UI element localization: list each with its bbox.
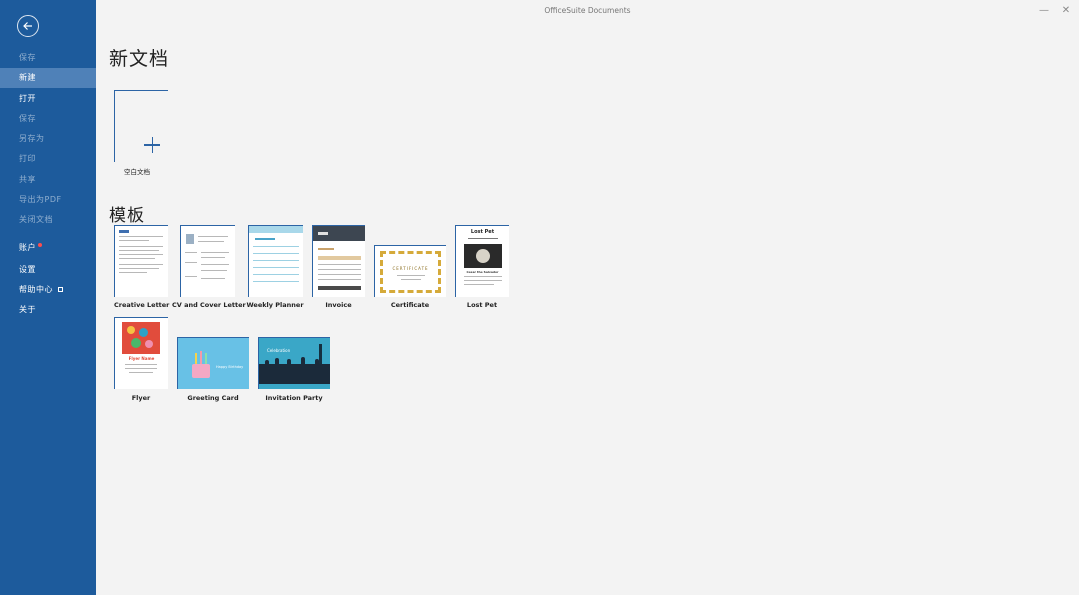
blank-document-card[interactable] <box>114 90 168 162</box>
templates-heading: 模板 <box>109 206 145 226</box>
lost-pet-preview-title: Lost Pet <box>470 229 495 235</box>
sidebar-item-share: 共享 <box>19 175 36 184</box>
title-bar: OfficeSuite Documents — ✕ <box>96 0 1079 22</box>
invitation-preview-text: Celebration <box>267 348 291 353</box>
notification-badge <box>38 243 42 247</box>
sidebar-item-save-as: 另存为 <box>19 134 45 143</box>
template-creative-letter[interactable] <box>114 225 168 297</box>
template-certificate[interactable]: CERTIFICATE <box>374 245 446 297</box>
external-link-icon <box>58 287 63 292</box>
template-label: Flyer <box>131 394 151 402</box>
sidebar-item-export-pdf: 导出为PDF <box>19 195 62 204</box>
sidebar-item-account[interactable]: 账户 <box>0 238 96 258</box>
sidebar-item-open[interactable]: 打开 <box>0 89 96 109</box>
greeting-preview-text: Happy Birthday <box>216 365 244 369</box>
template-label: Certificate <box>390 301 430 309</box>
template-cv-cover-letter[interactable] <box>180 225 235 297</box>
sidebar-item-about[interactable]: 关于 <box>0 300 96 320</box>
sidebar-item-close-doc: 关闭文档 <box>19 215 53 224</box>
sidebar-item-settings[interactable]: 设置 <box>0 260 96 280</box>
template-label: Weekly Planner <box>246 301 304 309</box>
certificate-preview-text: CERTIFICATE <box>392 266 429 271</box>
sidebar-item-print: 打印 <box>19 154 36 163</box>
template-weekly-planner[interactable] <box>248 225 303 297</box>
template-greeting-card[interactable]: Happy Birthday <box>177 337 249 389</box>
template-invitation-party[interactable]: Celebration <box>258 337 330 389</box>
lost-pet-preview-name: Cesar the Salvador <box>466 270 499 274</box>
close-icon[interactable]: ✕ <box>1059 4 1073 18</box>
template-label: Lost Pet <box>466 301 498 309</box>
flyer-preview-title: Flyer Name <box>128 356 155 361</box>
template-invoice[interactable] <box>312 225 365 297</box>
window-title: OfficeSuite Documents <box>544 6 631 15</box>
back-arrow-icon[interactable] <box>17 15 39 37</box>
template-flyer[interactable]: Flyer Name <box>114 317 168 389</box>
sidebar-item-help[interactable]: 帮助中心 <box>0 280 96 300</box>
sidebar-item-label: 帮助中心 <box>19 285 53 294</box>
template-label: Greeting Card <box>187 394 239 402</box>
sidebar-item-save-disabled: 保存 <box>19 114 36 123</box>
sidebar-item-save: 保存 <box>19 53 36 62</box>
new-document-heading: 新文档 <box>109 48 170 70</box>
sidebar-item-new[interactable]: 新建 <box>0 68 96 88</box>
template-label: CV and Cover Letter <box>172 301 246 309</box>
sidebar: 保存 新建 打开 保存 另存为 打印 共享 导出为PDF 关闭文档 账户 设置 … <box>0 0 96 595</box>
minimize-icon[interactable]: — <box>1037 4 1051 18</box>
sidebar-item-label: 账户 <box>19 243 36 252</box>
template-lost-pet[interactable]: Lost Pet Cesar the Salvador <box>455 225 509 297</box>
blank-document-label: 空白文档 <box>124 168 150 176</box>
template-label: Invitation Party <box>265 394 323 402</box>
template-label: Creative Letter <box>114 301 170 309</box>
template-label: Invoice <box>325 301 352 309</box>
plus-icon-stroke <box>151 137 153 153</box>
